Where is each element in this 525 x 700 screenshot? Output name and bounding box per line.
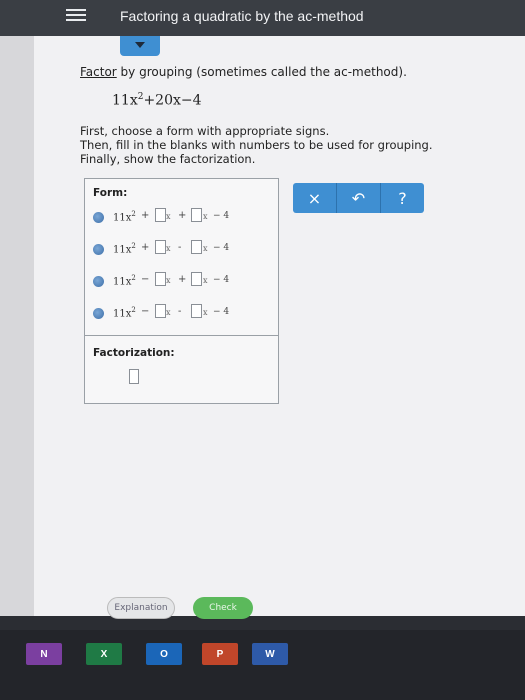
answer-toolbar: × ↶ ? — [293, 183, 424, 213]
sign-1: − — [141, 306, 150, 317]
x-variable: x — [203, 212, 208, 221]
factor-link[interactable]: Factor — [80, 65, 117, 79]
sign-1: + — [141, 210, 150, 221]
direction-line: Finally, show the factorization. — [80, 152, 256, 166]
lead-term: 11x2 — [113, 242, 136, 256]
constant: − 4 — [213, 211, 230, 221]
help-button[interactable]: ? — [380, 183, 424, 213]
word-icon[interactable]: W — [252, 643, 288, 665]
quad-leading: 11x — [112, 92, 138, 109]
powerpoint-icon[interactable]: P — [202, 643, 238, 665]
excel-icon[interactable]: X — [86, 643, 122, 665]
form-option-3[interactable]: 11x2 − x + x − 4 — [93, 271, 273, 293]
sign-1: + — [141, 242, 150, 253]
blank-input[interactable] — [191, 240, 202, 254]
check-button[interactable]: Check — [193, 597, 253, 619]
sign-2: + — [178, 210, 187, 221]
taskbar: N X O P W — [0, 630, 525, 700]
radio-button[interactable] — [93, 308, 104, 319]
lead-term: 11x2 — [113, 274, 136, 288]
left-rail — [0, 36, 34, 616]
radio-button[interactable] — [93, 212, 104, 223]
blank-input[interactable] — [155, 208, 166, 222]
directions: First, choose a form with appropriate si… — [80, 124, 433, 166]
form-option-1[interactable]: 11x2 + x + x − 4 — [93, 207, 273, 229]
page-title: Factoring a quadratic by the ac-method — [120, 8, 364, 24]
instruction-text: by grouping (sometimes called the ac-met… — [116, 65, 407, 79]
sign-2: - — [178, 242, 182, 253]
blank-input[interactable] — [191, 272, 202, 286]
radio-button[interactable] — [93, 276, 104, 287]
quadratic-expression: 11x2+20x−4 — [112, 92, 202, 109]
x-variable: x — [203, 308, 208, 317]
blank-input[interactable] — [191, 304, 202, 318]
blank-input[interactable] — [155, 240, 166, 254]
form-option-2[interactable]: 11x2 + x - x − 4 — [93, 239, 273, 261]
sign-1: − — [141, 274, 150, 285]
form-title: Form: — [93, 187, 128, 199]
form-option-4[interactable]: 11x2 − x - x − 4 — [93, 303, 273, 325]
factorization-title: Factorization: — [93, 347, 175, 359]
app-header: Factoring a quadratic by the ac-method — [0, 0, 525, 36]
undo-button[interactable]: ↶ — [336, 183, 380, 213]
onenote-icon[interactable]: N — [26, 643, 62, 665]
lead-term: 11x2 — [113, 210, 136, 224]
lead-term: 11x2 — [113, 306, 136, 320]
x-variable: x — [203, 276, 208, 285]
quad-rest: +20x−4 — [143, 92, 202, 109]
clear-button[interactable]: × — [293, 183, 336, 213]
x-variable: x — [166, 244, 171, 253]
sign-2: - — [178, 306, 182, 317]
x-variable: x — [166, 276, 171, 285]
instruction: Factor by grouping (sometimes called the… — [80, 65, 407, 79]
constant: − 4 — [213, 243, 230, 253]
explanation-button[interactable]: Explanation — [107, 597, 175, 619]
constant: − 4 — [213, 307, 230, 317]
collapse-chevron-icon[interactable] — [120, 36, 160, 56]
answer-panel: Form: 11x2 + x + x − 4 11x2 + x - x − 4 … — [84, 178, 279, 404]
constant: − 4 — [213, 275, 230, 285]
x-variable: x — [166, 212, 171, 221]
blank-input[interactable] — [155, 272, 166, 286]
x-variable: x — [166, 308, 171, 317]
sign-2: + — [178, 274, 187, 285]
factorization-input[interactable] — [129, 369, 139, 384]
x-variable: x — [203, 244, 208, 253]
blank-input[interactable] — [191, 208, 202, 222]
outlook-icon[interactable]: O — [146, 643, 182, 665]
blank-input[interactable] — [155, 304, 166, 318]
hamburger-menu-icon[interactable] — [66, 6, 86, 26]
direction-line: First, choose a form with appropriate si… — [80, 124, 330, 138]
radio-button[interactable] — [93, 244, 104, 255]
direction-line: Then, fill in the blanks with numbers to… — [80, 138, 433, 152]
panel-divider — [85, 335, 278, 336]
